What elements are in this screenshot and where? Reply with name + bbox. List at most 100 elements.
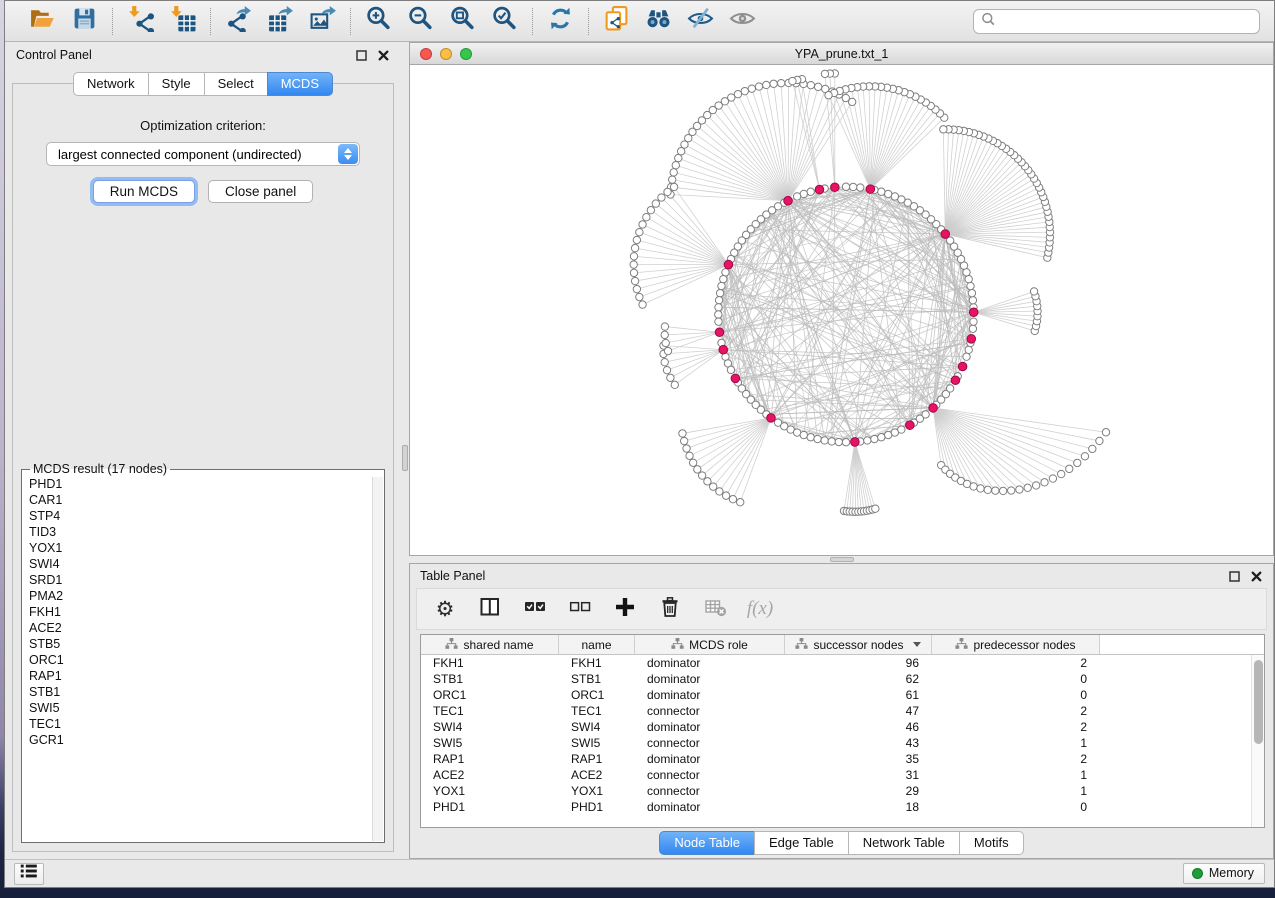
table-row[interactable]: PHD1PHD1dominator180 (421, 799, 1264, 815)
table-row[interactable]: SWI5SWI5connector431 (421, 735, 1264, 751)
function-builder-button[interactable]: f(x) (748, 597, 772, 621)
hide-graphics-details-button[interactable] (687, 8, 714, 35)
tab-motifs[interactable]: Motifs (959, 831, 1024, 855)
column-header-successor-nodes[interactable]: successor nodes (785, 635, 932, 654)
cell-mcds-role[interactable]: dominator (635, 656, 785, 670)
memory-button[interactable]: Memory (1183, 863, 1265, 884)
cell-shared-name[interactable]: STB1 (421, 672, 559, 686)
float-table-panel-icon[interactable] (1228, 570, 1241, 583)
network-graph[interactable] (410, 65, 1273, 555)
cell-mcds-role[interactable]: dominator (635, 688, 785, 702)
search-box[interactable] (973, 9, 1260, 34)
table-row[interactable]: ACE2ACE2connector311 (421, 767, 1264, 783)
mcds-result-item[interactable]: PMA2 (29, 588, 384, 604)
import-network-button[interactable] (127, 8, 154, 35)
show-graphics-details-button[interactable] (729, 8, 756, 35)
cell-name[interactable]: SWI5 (559, 736, 635, 750)
mcds-result-item[interactable]: SWI4 (29, 556, 384, 572)
mcds-result-item[interactable]: TID3 (29, 524, 384, 540)
mcds-result-item[interactable]: CAR1 (29, 492, 384, 508)
cell-predecessor-nodes[interactable]: 0 (932, 800, 1100, 814)
cell-shared-name[interactable]: SWI5 (421, 736, 559, 750)
refresh-network-button[interactable] (547, 8, 574, 35)
cell-successor-nodes[interactable]: 43 (785, 736, 932, 750)
mcds-result-scrollbar[interactable] (372, 477, 383, 841)
search-input[interactable] (999, 14, 1252, 28)
cell-mcds-role[interactable]: dominator (635, 800, 785, 814)
minimize-window-icon[interactable] (440, 48, 452, 60)
deselect-all-button[interactable] (568, 597, 592, 621)
vertical-splitter-handle[interactable] (402, 445, 408, 471)
cell-mcds-role[interactable]: dominator (635, 720, 785, 734)
mcds-result-item[interactable]: TEC1 (29, 716, 384, 732)
cell-shared-name[interactable]: PHD1 (421, 800, 559, 814)
mcds-result-item[interactable]: FKH1 (29, 604, 384, 620)
cell-name[interactable]: FKH1 (559, 656, 635, 670)
zoom-in-button[interactable] (365, 8, 392, 35)
cell-name[interactable]: ACE2 (559, 768, 635, 782)
column-header-name[interactable]: name (559, 635, 635, 654)
cell-predecessor-nodes[interactable]: 0 (932, 672, 1100, 686)
table-row[interactable]: FKH1FKH1dominator962 (421, 655, 1264, 671)
cell-successor-nodes[interactable]: 29 (785, 784, 932, 798)
cell-mcds-role[interactable]: dominator (635, 752, 785, 766)
cell-shared-name[interactable]: SWI4 (421, 720, 559, 734)
cell-successor-nodes[interactable]: 31 (785, 768, 932, 782)
cell-name[interactable]: YOX1 (559, 784, 635, 798)
select-all-button[interactable] (523, 597, 547, 621)
add-column-button[interactable] (613, 597, 637, 621)
close-window-icon[interactable] (420, 48, 432, 60)
cell-mcds-role[interactable]: connector (635, 768, 785, 782)
settings-gear-button[interactable]: ⚙ (433, 597, 457, 621)
table-row[interactable]: RAP1RAP1dominator352 (421, 751, 1264, 767)
cell-predecessor-nodes[interactable]: 1 (932, 768, 1100, 782)
export-table-button[interactable] (267, 8, 294, 35)
export-network-button[interactable] (225, 8, 252, 35)
mcds-result-item[interactable]: GCR1 (29, 732, 384, 748)
cell-shared-name[interactable]: TEC1 (421, 704, 559, 718)
cell-successor-nodes[interactable]: 18 (785, 800, 932, 814)
float-panel-icon[interactable] (355, 49, 368, 62)
maximize-window-icon[interactable] (460, 48, 472, 60)
cell-name[interactable]: ORC1 (559, 688, 635, 702)
cell-mcds-role[interactable]: connector (635, 704, 785, 718)
cell-predecessor-nodes[interactable]: 2 (932, 720, 1100, 734)
table-row[interactable]: TEC1TEC1connector472 (421, 703, 1264, 719)
first-neighbors-button[interactable] (645, 8, 672, 35)
save-session-button[interactable] (71, 8, 98, 35)
zoom-fit-button[interactable] (449, 8, 476, 35)
cell-successor-nodes[interactable]: 46 (785, 720, 932, 734)
delete-columns-button[interactable] (658, 597, 682, 621)
cell-shared-name[interactable]: ACE2 (421, 768, 559, 782)
horizontal-splitter-handle[interactable] (830, 557, 854, 562)
mcds-result-item[interactable]: STB1 (29, 684, 384, 700)
vertical-splitter[interactable] (401, 42, 409, 859)
clone-network-button[interactable] (603, 8, 630, 35)
cell-predecessor-nodes[interactable]: 2 (932, 656, 1100, 670)
table-row[interactable]: SWI4SWI4dominator462 (421, 719, 1264, 735)
tab-mcds[interactable]: MCDS (267, 72, 333, 96)
cell-predecessor-nodes[interactable]: 1 (932, 736, 1100, 750)
column-header-mcds-role[interactable]: MCDS role (635, 635, 785, 654)
show-columns-button[interactable] (478, 597, 502, 621)
mcds-result-item[interactable]: STB5 (29, 636, 384, 652)
import-table-button[interactable] (169, 8, 196, 35)
tab-style[interactable]: Style (148, 72, 204, 96)
cell-successor-nodes[interactable]: 61 (785, 688, 932, 702)
cell-shared-name[interactable]: ORC1 (421, 688, 559, 702)
cell-successor-nodes[interactable]: 62 (785, 672, 932, 686)
cell-predecessor-nodes[interactable]: 2 (932, 704, 1100, 718)
cell-shared-name[interactable]: FKH1 (421, 656, 559, 670)
export-image-button[interactable] (309, 8, 336, 35)
table-row[interactable]: STB1STB1dominator620 (421, 671, 1264, 687)
zoom-out-button[interactable] (407, 8, 434, 35)
cell-name[interactable]: RAP1 (559, 752, 635, 766)
optimization-criterion-select[interactable]: largest connected component (undirected) (46, 142, 360, 166)
tab-select[interactable]: Select (204, 72, 267, 96)
table-row[interactable]: YOX1YOX1connector291 (421, 783, 1264, 799)
mcds-result-item[interactable]: RAP1 (29, 668, 384, 684)
zoom-selected-button[interactable] (491, 8, 518, 35)
column-header-predecessor-nodes[interactable]: predecessor nodes (932, 635, 1100, 654)
cell-mcds-role[interactable]: connector (635, 784, 785, 798)
close-table-panel-icon[interactable] (1250, 570, 1263, 583)
